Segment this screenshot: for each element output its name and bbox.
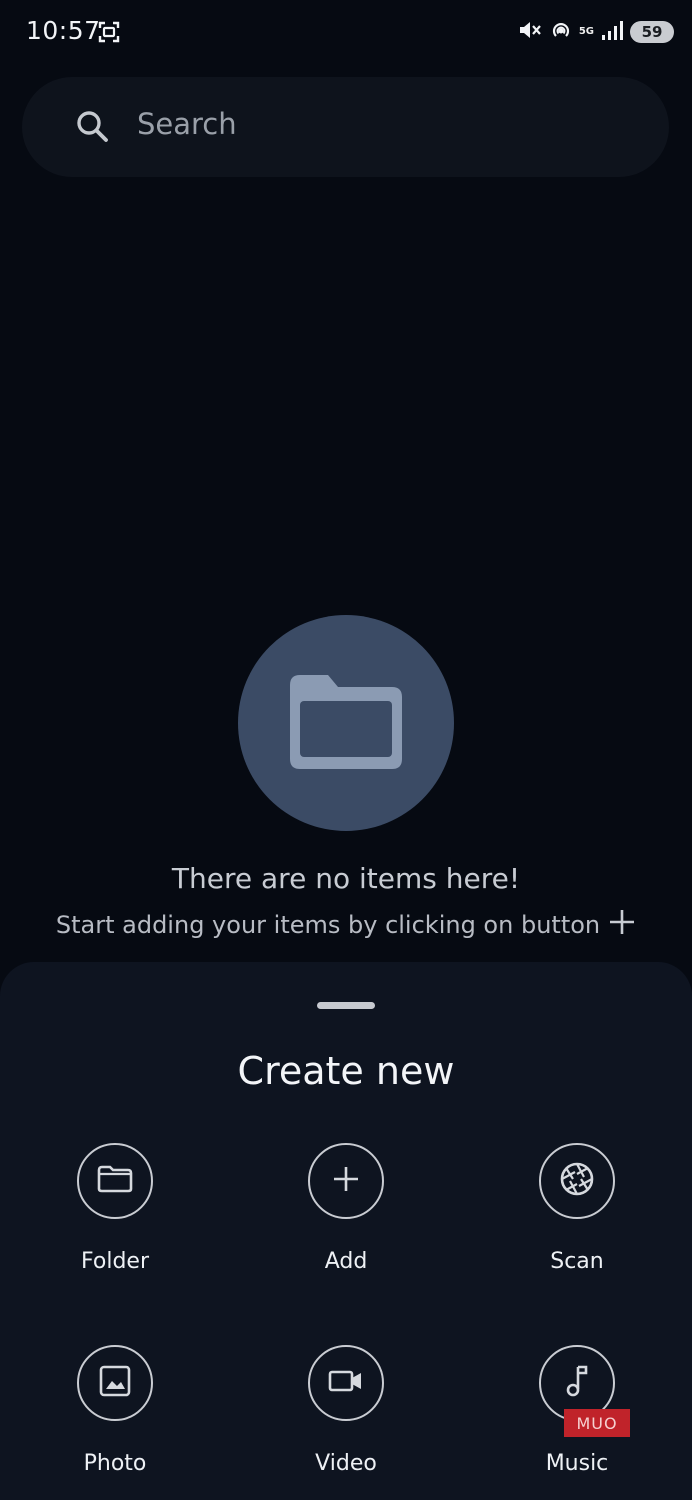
search-bar[interactable]: Search xyxy=(22,77,669,177)
scan-label: Scan xyxy=(550,1249,604,1274)
photo-action-circle[interactable] xyxy=(77,1345,153,1421)
search-icon xyxy=(75,109,111,149)
folder-button[interactable]: Folder xyxy=(35,1143,195,1274)
search-input[interactable]: Search xyxy=(137,107,237,141)
empty-state-subtitle: Start adding your items by clicking on b… xyxy=(55,911,601,939)
status-time: 10:57 xyxy=(26,16,101,45)
signal-icon xyxy=(600,19,624,45)
aperture-icon xyxy=(558,1160,596,1202)
video-label: Video xyxy=(315,1451,377,1476)
muo-watermark: MUO xyxy=(564,1409,630,1437)
video-button[interactable]: Video xyxy=(266,1345,426,1476)
sheet-title: Create new xyxy=(237,1049,455,1093)
music-note-icon xyxy=(562,1363,592,1403)
video-action-circle[interactable] xyxy=(308,1345,384,1421)
folder-action-circle[interactable] xyxy=(77,1143,153,1219)
sheet-drag-handle[interactable] xyxy=(317,1002,375,1009)
music-label: Music xyxy=(545,1451,609,1476)
photo-label: Photo xyxy=(83,1451,147,1476)
battery-indicator: 59 xyxy=(630,21,674,43)
photo-button[interactable]: Photo xyxy=(35,1345,195,1476)
add-button[interactable]: Add xyxy=(266,1143,426,1274)
video-camera-icon xyxy=(327,1366,365,1400)
status-bar: 10:57 5G 59 xyxy=(0,0,692,66)
scan-button[interactable]: Scan xyxy=(497,1143,657,1274)
add-label: Add xyxy=(324,1249,368,1274)
empty-state-subtitle-row: Start adding your items by clicking on b… xyxy=(0,908,692,942)
folder-icon xyxy=(284,671,408,779)
mute-icon xyxy=(517,17,543,47)
network-type-badge: 5G xyxy=(578,26,594,37)
plus-icon xyxy=(331,1164,361,1198)
folder-label: Folder xyxy=(81,1249,149,1274)
plus-icon xyxy=(608,908,636,942)
empty-state-title: There are no items here! xyxy=(171,862,521,895)
scan-action-circle[interactable] xyxy=(539,1143,615,1219)
empty-state-illustration xyxy=(238,615,454,831)
image-icon xyxy=(98,1364,132,1402)
hotspot-icon xyxy=(549,18,573,46)
screenshot-icon xyxy=(97,20,121,48)
folder-icon xyxy=(96,1164,134,1198)
add-action-circle[interactable] xyxy=(308,1143,384,1219)
